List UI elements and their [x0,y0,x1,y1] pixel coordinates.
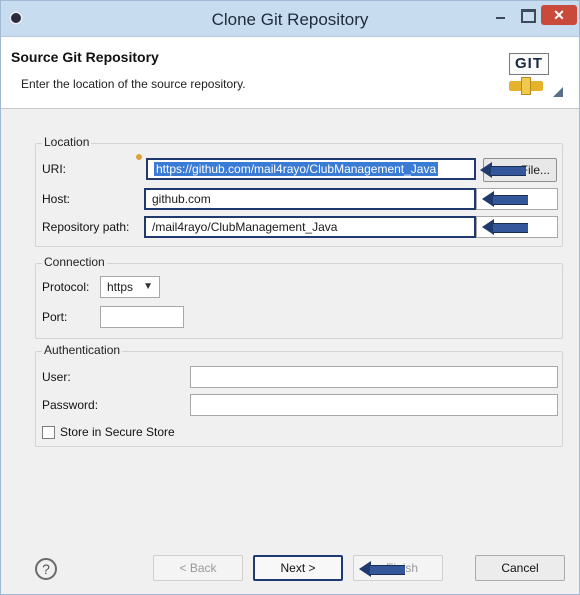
maximize-icon[interactable] [516,5,538,25]
arrow-annotation-uri [480,162,526,178]
store-secure-checkbox[interactable] [42,426,55,439]
close-icon[interactable]: ✕ [541,5,577,25]
help-icon[interactable]: ? [35,558,57,580]
connection-group-label: Connection [42,255,107,269]
repository-path-input[interactable]: /mail4rayo/ClubManagement_Java [144,216,476,238]
protocol-select-value: https [107,280,134,294]
cancel-button[interactable]: Cancel [475,555,565,581]
arrow-annotation-next [359,561,405,577]
git-logo: GIT [509,53,569,101]
port-input[interactable] [100,306,184,328]
password-label: Password: [42,398,99,412]
clone-git-repository-dialog: Clone Git Repository ✕ Source Git Reposi… [0,0,580,595]
git-logo-text: GIT [509,53,549,75]
uri-input[interactable]: https://github.com/mail4rayo/ClubManagem… [146,158,476,180]
repository-path-label: Repository path: [42,220,130,234]
store-secure-label: Store in Secure Store [60,425,175,439]
user-input[interactable] [190,366,558,388]
next-button[interactable]: Next > [253,555,343,581]
page-description: Enter the location of the source reposit… [21,77,246,91]
authentication-group: Authentication User: Password: Store in … [35,343,563,447]
protocol-label: Protocol: [42,280,90,294]
content-assist-icon [136,154,142,160]
location-group: Location URI: https://github.com/mail4ra… [35,135,563,247]
host-input[interactable]: github.com [144,188,476,210]
arrow-annotation-repo [482,219,528,235]
port-label: Port: [42,310,68,324]
page-title: Source Git Repository [11,49,159,65]
title-bar: Clone Git Repository ✕ [1,1,579,37]
git-pipe-joint [521,77,531,95]
git-corner-decoration [553,87,563,97]
minimize-icon[interactable] [489,5,511,25]
uri-label: URI: [42,162,66,176]
wizard-header: Source Git Repository Enter the location… [1,37,579,109]
password-input[interactable] [190,394,558,416]
back-button[interactable]: < Back [153,555,243,581]
location-group-label: Location [42,135,92,149]
uri-input-value: https://github.com/mail4rayo/ClubManagem… [154,162,439,176]
protocol-select[interactable]: https ▼ [100,276,160,298]
connection-group: Connection Protocol: https ▼ Port: [35,255,563,339]
user-label: User: [42,370,71,384]
arrow-annotation-host [482,191,528,207]
host-label: Host: [42,192,71,206]
authentication-group-label: Authentication [42,343,123,357]
chevron-down-icon: ▼ [143,281,153,292]
